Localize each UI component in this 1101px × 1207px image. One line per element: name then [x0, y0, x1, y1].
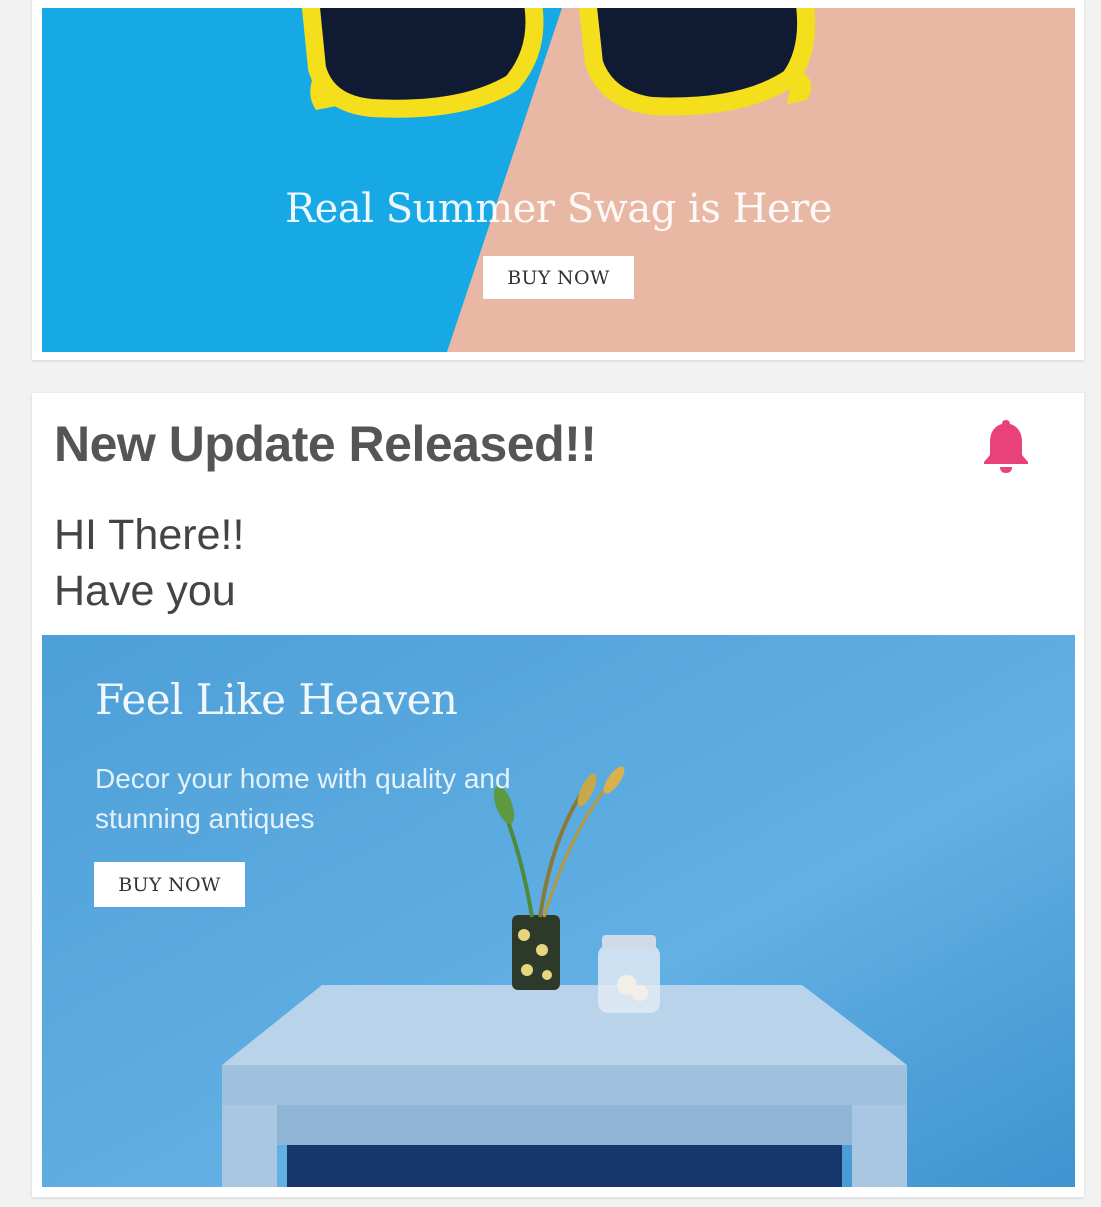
promo-banner-title: Real Summer Swag is Here — [285, 186, 832, 232]
promo-card[interactable]: Real Summer Swag is Here BUY NOW — [32, 0, 1084, 360]
decor-banner-description: Decor your home with quality and stunnin… — [95, 763, 511, 834]
decor-buy-now-button[interactable]: BUY NOW — [94, 862, 245, 907]
notification-body-line: HI There!! — [54, 511, 245, 559]
bell-icon[interactable] — [982, 417, 1030, 473]
notification-body-line: Have you — [54, 567, 236, 615]
decor-banner[interactable]: Feel Like Heaven Decor your home with qu… — [42, 635, 1075, 1187]
notification-body: HI There!! Have you — [54, 507, 244, 619]
feed-page: Real Summer Swag is Here BUY NOW New Upd… — [0, 0, 1101, 1207]
buy-now-button[interactable]: BUY NOW — [483, 256, 634, 299]
summer-banner[interactable]: Real Summer Swag is Here BUY NOW — [42, 8, 1075, 352]
notification-card[interactable]: New Update Released!! HI There!! Have yo… — [32, 393, 1084, 1197]
notification-title: New Update Released!! — [54, 416, 597, 472]
sunglasses-banner-image — [42, 8, 1075, 352]
decor-banner-title: Feel Like Heaven — [95, 675, 458, 724]
